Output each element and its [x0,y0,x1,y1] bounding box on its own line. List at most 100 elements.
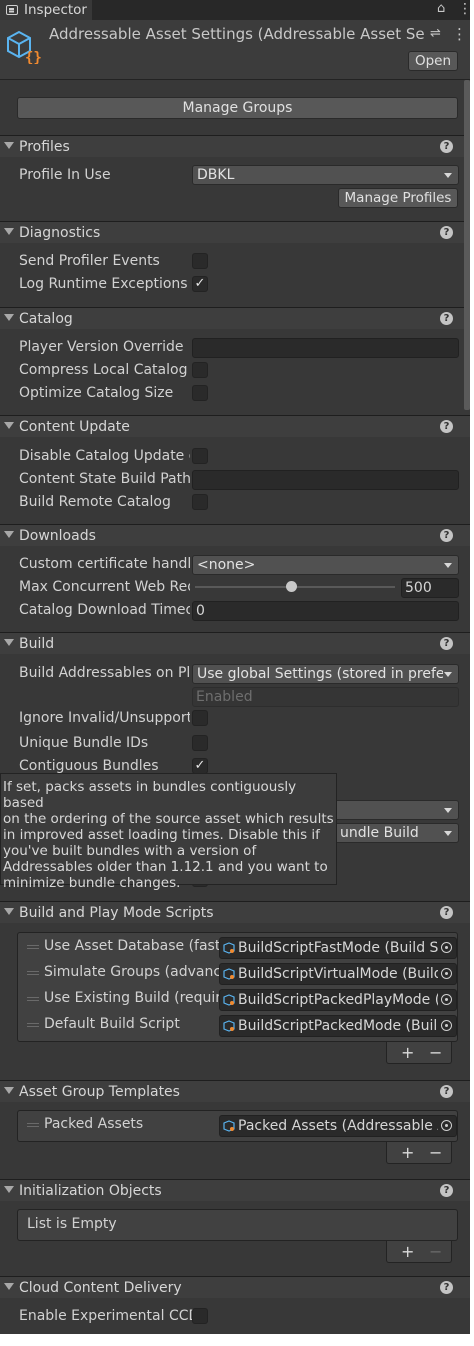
help-icon[interactable]: ? [440,906,453,919]
foldout-arrow-icon [4,228,14,235]
help-icon[interactable]: ? [440,226,453,239]
object-picker-icon[interactable] [441,1120,452,1131]
foldout-arrow-icon [4,908,14,915]
remove-item-button[interactable]: − [429,1043,442,1062]
object-value: BuildScriptFastMode (Build Script Fast M… [238,940,438,956]
ignore-invalid-files-label: Ignore Invalid/Unsupported Files in Buil… [19,710,190,726]
help-icon[interactable]: ? [440,1085,453,1098]
script-label: Simulate Groups (advanced) [44,964,219,980]
kebab-menu-icon[interactable]: ⋮ [458,1,470,17]
build-remote-catalog-toggle[interactable] [192,494,208,510]
scriptable-object-icon [223,942,235,954]
contiguous-bundles-label: Contiguous Bundles [19,758,159,774]
help-icon[interactable]: ? [440,1184,453,1197]
contiguous-bundles-toggle[interactable]: ✓ [192,758,208,774]
section-cloud-content-delivery-header[interactable]: Cloud Content Delivery ? [0,1276,470,1298]
catalog-download-timeout-field[interactable]: 0 [192,601,459,621]
disable-catalog-update-toggle[interactable] [192,448,208,464]
section-downloads-header[interactable]: Downloads ? [0,524,470,546]
help-icon[interactable]: ? [440,312,453,325]
object-value: BuildScriptPackedMode (Build Script Pack… [238,1018,438,1034]
section-initialization-objects-header[interactable]: Initialization Objects ? [0,1179,470,1201]
help-icon[interactable]: ? [440,420,453,433]
send-profiler-events-toggle[interactable] [192,253,208,269]
list-item[interactable]: Packed Assets Packed Assets (Addressable… [18,1113,459,1139]
list-item[interactable]: Default Build Script BuildScriptPackedMo… [18,1013,459,1039]
scriptable-object-icon [223,1120,235,1132]
section-build-header[interactable]: Build ? [0,632,470,654]
object-field[interactable]: BuildScriptPackedPlayMode (Build Script … [219,989,457,1011]
drag-handle-icon[interactable] [27,997,39,1001]
section-catalog-header[interactable]: Catalog ? [0,307,470,329]
foldout-arrow-icon [4,1283,14,1290]
list-item[interactable]: Simulate Groups (advanced) BuildScriptVi… [18,961,459,987]
list-item[interactable]: Use Asset Database (fastest) BuildScript… [18,935,459,961]
section-title: Profiles [19,138,70,155]
tab-inspector[interactable]: Inspector [0,0,92,20]
section-title: Content Update [19,418,130,435]
max-concurrent-web-requests-label: Max Concurrent Web Requests [19,579,190,595]
drag-handle-icon[interactable] [27,971,39,975]
drag-handle-icon[interactable] [27,945,39,949]
lock-icon[interactable]: ⌂ [437,1,445,16]
player-version-override-field[interactable] [192,338,459,358]
catalog-download-timeout-label: Catalog Download Timeout [19,602,190,618]
section-diagnostics-header[interactable]: Diagnostics ? [0,221,470,243]
max-web-requests-slider-knob[interactable] [286,581,297,592]
section-content-update-header[interactable]: Content Update ? [0,415,470,437]
build-on-player-build-label: Build Addressables on Player Build [19,665,190,681]
open-button[interactable]: Open [408,51,458,71]
section-build-play-mode-scripts-header[interactable]: Build and Play Mode Scripts ? [0,901,470,923]
max-web-requests-value-field[interactable]: 500 [401,578,459,598]
add-item-button[interactable]: + [401,1242,414,1261]
object-picker-icon[interactable] [441,942,452,953]
object-picker-icon[interactable] [441,994,452,1005]
section-title: Cloud Content Delivery [19,1279,182,1296]
template-label: Packed Assets [44,1116,144,1132]
optimize-catalog-size-toggle[interactable] [192,385,208,401]
log-runtime-exceptions-toggle[interactable]: ✓ [192,276,208,292]
object-picker-icon[interactable] [441,968,452,979]
help-icon[interactable]: ? [440,140,453,153]
drag-handle-icon[interactable] [27,1123,39,1127]
section-profiles-header[interactable]: Profiles ? [0,135,470,157]
profile-in-use-dropdown[interactable]: DBKL [192,165,459,185]
scriptable-object-icon [223,994,235,1006]
preset-sliders-icon[interactable]: ⇌ [430,26,441,41]
add-item-button[interactable]: + [401,1043,414,1062]
object-field[interactable]: BuildScriptVirtualMode (Build Script Vir… [219,963,457,985]
foldout-arrow-icon [4,1186,14,1193]
object-field[interactable]: BuildScriptPackedMode (Build Script Pack… [219,1015,457,1037]
help-icon[interactable]: ? [440,529,453,542]
chevron-down-icon [444,808,452,813]
custom-certificate-handler-dropdown[interactable]: <none> [192,555,459,575]
addressable-settings-icon: {} [7,30,41,64]
content-state-build-path-label: Content State Build Path [19,471,190,487]
scriptable-object-icon [223,1020,235,1032]
list-item[interactable]: Use Existing Build (requires built group… [18,987,459,1013]
compress-local-catalog-toggle[interactable] [192,362,208,378]
add-item-button[interactable]: + [401,1143,414,1162]
manage-groups-button[interactable]: Manage Groups [17,97,458,119]
kebab-menu-icon[interactable]: ⋮ [452,25,467,43]
foldout-arrow-icon [4,314,14,321]
section-title: Initialization Objects [19,1182,162,1199]
object-picker-icon[interactable] [441,1020,452,1031]
inspector-window: Inspector ⌂ ⋮ {} Addressable Asset Setti… [0,0,470,1334]
build-on-player-build-dropdown[interactable]: Use global Settings (stored in preferenc… [192,664,459,684]
object-field[interactable]: BuildScriptFastMode (Build Script Fast M… [219,937,457,959]
enable-experimental-ccd-toggle[interactable] [192,1308,208,1324]
section-title: Build and Play Mode Scripts [19,904,214,921]
scrollbar-thumb[interactable] [464,80,470,410]
remove-item-button[interactable]: − [429,1143,442,1162]
section-asset-group-templates-header[interactable]: Asset Group Templates ? [0,1080,470,1102]
manage-profiles-button[interactable]: Manage Profiles [338,188,458,208]
help-icon[interactable]: ? [440,1281,453,1294]
drag-handle-icon[interactable] [27,1023,39,1027]
ignore-invalid-files-toggle[interactable] [192,710,208,726]
content-state-build-path-field[interactable] [192,470,459,490]
unique-bundle-ids-toggle[interactable] [192,735,208,751]
checkmark-icon: ✓ [194,276,206,291]
help-icon[interactable]: ? [440,637,453,650]
object-field[interactable]: Packed Assets (Addressable Asset Group T… [219,1115,457,1137]
